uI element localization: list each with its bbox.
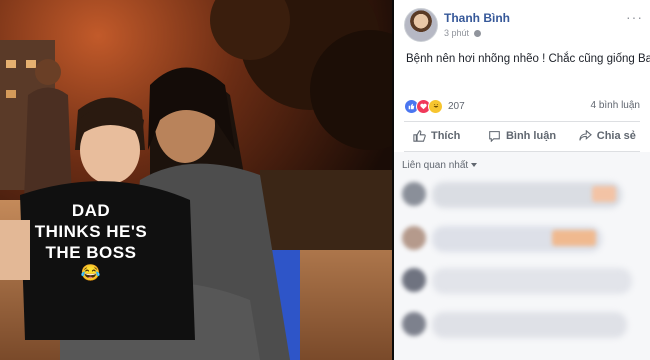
like-label: Thích xyxy=(430,130,461,142)
list-item xyxy=(402,226,642,260)
globe-icon xyxy=(473,30,481,37)
comments-section: Liên quan nhất xyxy=(394,152,650,360)
comment-count-link[interactable]: 4 bình luận xyxy=(591,100,641,111)
photo-scene xyxy=(0,0,392,360)
comment-sort-dropdown[interactable]: Liên quan nhất xyxy=(402,160,478,171)
reaction-count: 207 xyxy=(448,100,465,112)
post-text: Bệnh nên hơi nhõng nhẽo ! Chắc cũng giốn… xyxy=(406,53,650,65)
author-name[interactable]: Thanh Bình xyxy=(444,11,510,25)
list-item xyxy=(402,268,642,302)
avatar xyxy=(402,182,426,206)
more-options-button[interactable]: ··· xyxy=(626,9,643,25)
list-item xyxy=(402,182,642,216)
avatar[interactable] xyxy=(404,8,438,42)
comment-label: Bình luận xyxy=(505,130,557,142)
post-timestamp[interactable]: 3 phút xyxy=(444,28,481,38)
shirt-print: DAD THINKS HE'S THE BOSS 😂 xyxy=(26,200,156,284)
sort-label: Liên quan nhất xyxy=(402,160,469,171)
action-bar: Thích Bình luận Chia sẻ xyxy=(394,124,650,148)
list-item xyxy=(402,312,642,346)
share-icon xyxy=(579,130,592,141)
share-label: Chia sẻ xyxy=(596,130,636,142)
divider xyxy=(404,121,640,122)
chevron-down-icon xyxy=(471,163,478,167)
comment-blur xyxy=(592,186,616,202)
post-photo[interactable]: DAD THINKS HE'S THE BOSS 😂 xyxy=(0,0,392,360)
comment-button[interactable]: Bình luận xyxy=(479,124,564,148)
laughing-emoji-icon: 😂 xyxy=(80,265,102,282)
share-button[interactable]: Chia sẻ xyxy=(565,124,650,148)
comment-icon xyxy=(489,131,500,142)
reaction-summary[interactable]: 207 xyxy=(404,98,465,114)
shirt-line: THE BOSS xyxy=(45,243,137,262)
shirt-line: THINKS HE'S xyxy=(34,222,148,241)
post-sidebar: Thanh Bình 3 phút ··· Bệnh nên hơi nhõng… xyxy=(394,0,650,360)
comment-blur xyxy=(552,230,596,246)
like-button[interactable]: Thích xyxy=(394,124,479,148)
haha-icon xyxy=(428,98,443,114)
comment-bubble xyxy=(432,268,632,294)
avatar xyxy=(402,312,426,336)
shirt-line: DAD xyxy=(71,201,111,220)
timestamp-text[interactable]: 3 phút xyxy=(444,28,469,38)
thumbs-up-icon xyxy=(413,130,426,142)
avatar xyxy=(402,226,426,250)
comment-bubble xyxy=(432,312,627,338)
avatar xyxy=(402,268,426,292)
